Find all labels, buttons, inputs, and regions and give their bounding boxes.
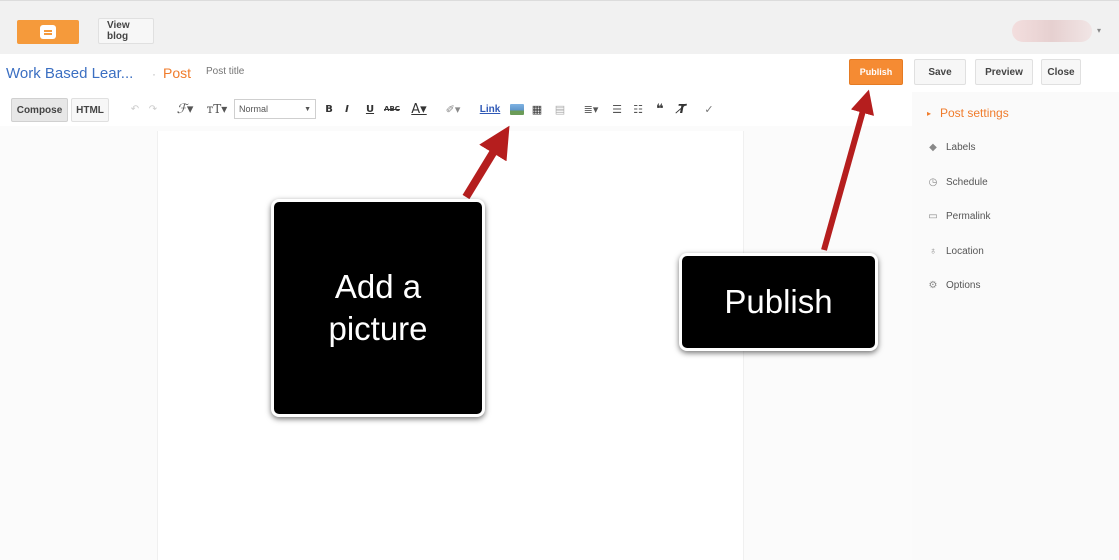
insert-image-icon[interactable] (510, 104, 524, 115)
sidebar-item-label: Location (946, 246, 984, 257)
spellcheck-icon[interactable]: ✓ (702, 98, 716, 120)
pin-icon: ♁ (929, 246, 937, 257)
chevron-down-icon[interactable]: ▾ (1097, 26, 1101, 35)
gear-icon: ⚙ (928, 280, 938, 291)
blogger-logo-icon[interactable] (17, 20, 79, 44)
bold-icon[interactable]: B (323, 98, 335, 120)
breadcrumb-separator: · (152, 67, 156, 81)
highlight-icon[interactable]: ✐▾ (439, 98, 467, 120)
caret-right-icon: ▸ (927, 109, 932, 118)
sidebar-item-location[interactable]: ♁ Location (926, 246, 984, 257)
numbered-list-icon[interactable]: ☰ (610, 98, 624, 120)
chevron-down-icon: ▼ (304, 106, 311, 113)
jump-break-icon[interactable]: ▤ (553, 98, 567, 120)
remove-formatting-icon[interactable]: T̸ (675, 98, 689, 120)
undo-icon[interactable]: ↶ (128, 98, 142, 120)
quote-icon[interactable]: ❝ (653, 98, 667, 120)
sidebar-item-permalink[interactable]: ▭ Permalink (926, 211, 990, 222)
publish-button[interactable]: Publish (849, 59, 903, 85)
redo-icon[interactable]: ↷ (146, 98, 160, 120)
sidebar-item-label: Permalink (946, 211, 991, 222)
blog-title[interactable]: Work Based Lear... (6, 65, 133, 82)
link-icon: ▭ (928, 211, 938, 222)
sidebar-item-label: Labels (946, 142, 976, 153)
close-button[interactable]: Close (1041, 59, 1081, 85)
tag-icon: ◆ (929, 142, 937, 153)
bulleted-list-icon[interactable]: ☷ (631, 98, 645, 120)
callout-add-picture-text: Add a picture (328, 268, 428, 347)
top-bar (0, 0, 1119, 54)
font-size-icon[interactable]: тT▾ (203, 98, 231, 120)
preview-button[interactable]: Preview (975, 59, 1033, 85)
post-title-input[interactable] (206, 66, 506, 77)
italic-icon[interactable]: I (341, 98, 353, 120)
breadcrumb-post: Post (163, 65, 192, 81)
post-settings-sidebar (912, 92, 1119, 560)
callout-add-picture: Add a picture (271, 199, 485, 417)
compose-tab[interactable]: Compose (11, 98, 68, 122)
format-select[interactable]: Normal ▼ (234, 99, 316, 119)
save-button[interactable]: Save (914, 59, 966, 85)
post-settings-heading[interactable]: Post settings (940, 106, 1009, 120)
sidebar-item-labels[interactable]: ◆ Labels (926, 142, 975, 153)
format-select-value: Normal (239, 104, 269, 114)
account-avatar[interactable] (1012, 20, 1092, 42)
font-family-icon[interactable]: ℱ▾ (172, 98, 198, 120)
view-blog-button[interactable]: View blog (98, 18, 154, 44)
callout-publish: Publish (679, 253, 878, 351)
strikethrough-icon[interactable]: ABC (384, 98, 400, 120)
link-button[interactable]: Link (478, 98, 502, 120)
html-tab[interactable]: HTML (71, 98, 109, 122)
sidebar-item-label: Options (946, 280, 981, 291)
underline-icon[interactable]: U (364, 98, 376, 120)
callout-publish-text: Publish (724, 283, 833, 320)
text-color-icon[interactable]: A▾ (405, 98, 433, 120)
sidebar-item-schedule[interactable]: ◷ Schedule (926, 177, 988, 188)
align-icon[interactable]: ≣▾ (579, 98, 603, 120)
clock-icon: ◷ (928, 177, 938, 188)
sidebar-item-options[interactable]: ⚙ Options (926, 280, 981, 291)
insert-video-icon[interactable]: ▦ (530, 98, 544, 120)
sidebar-item-label: Schedule (946, 177, 988, 188)
